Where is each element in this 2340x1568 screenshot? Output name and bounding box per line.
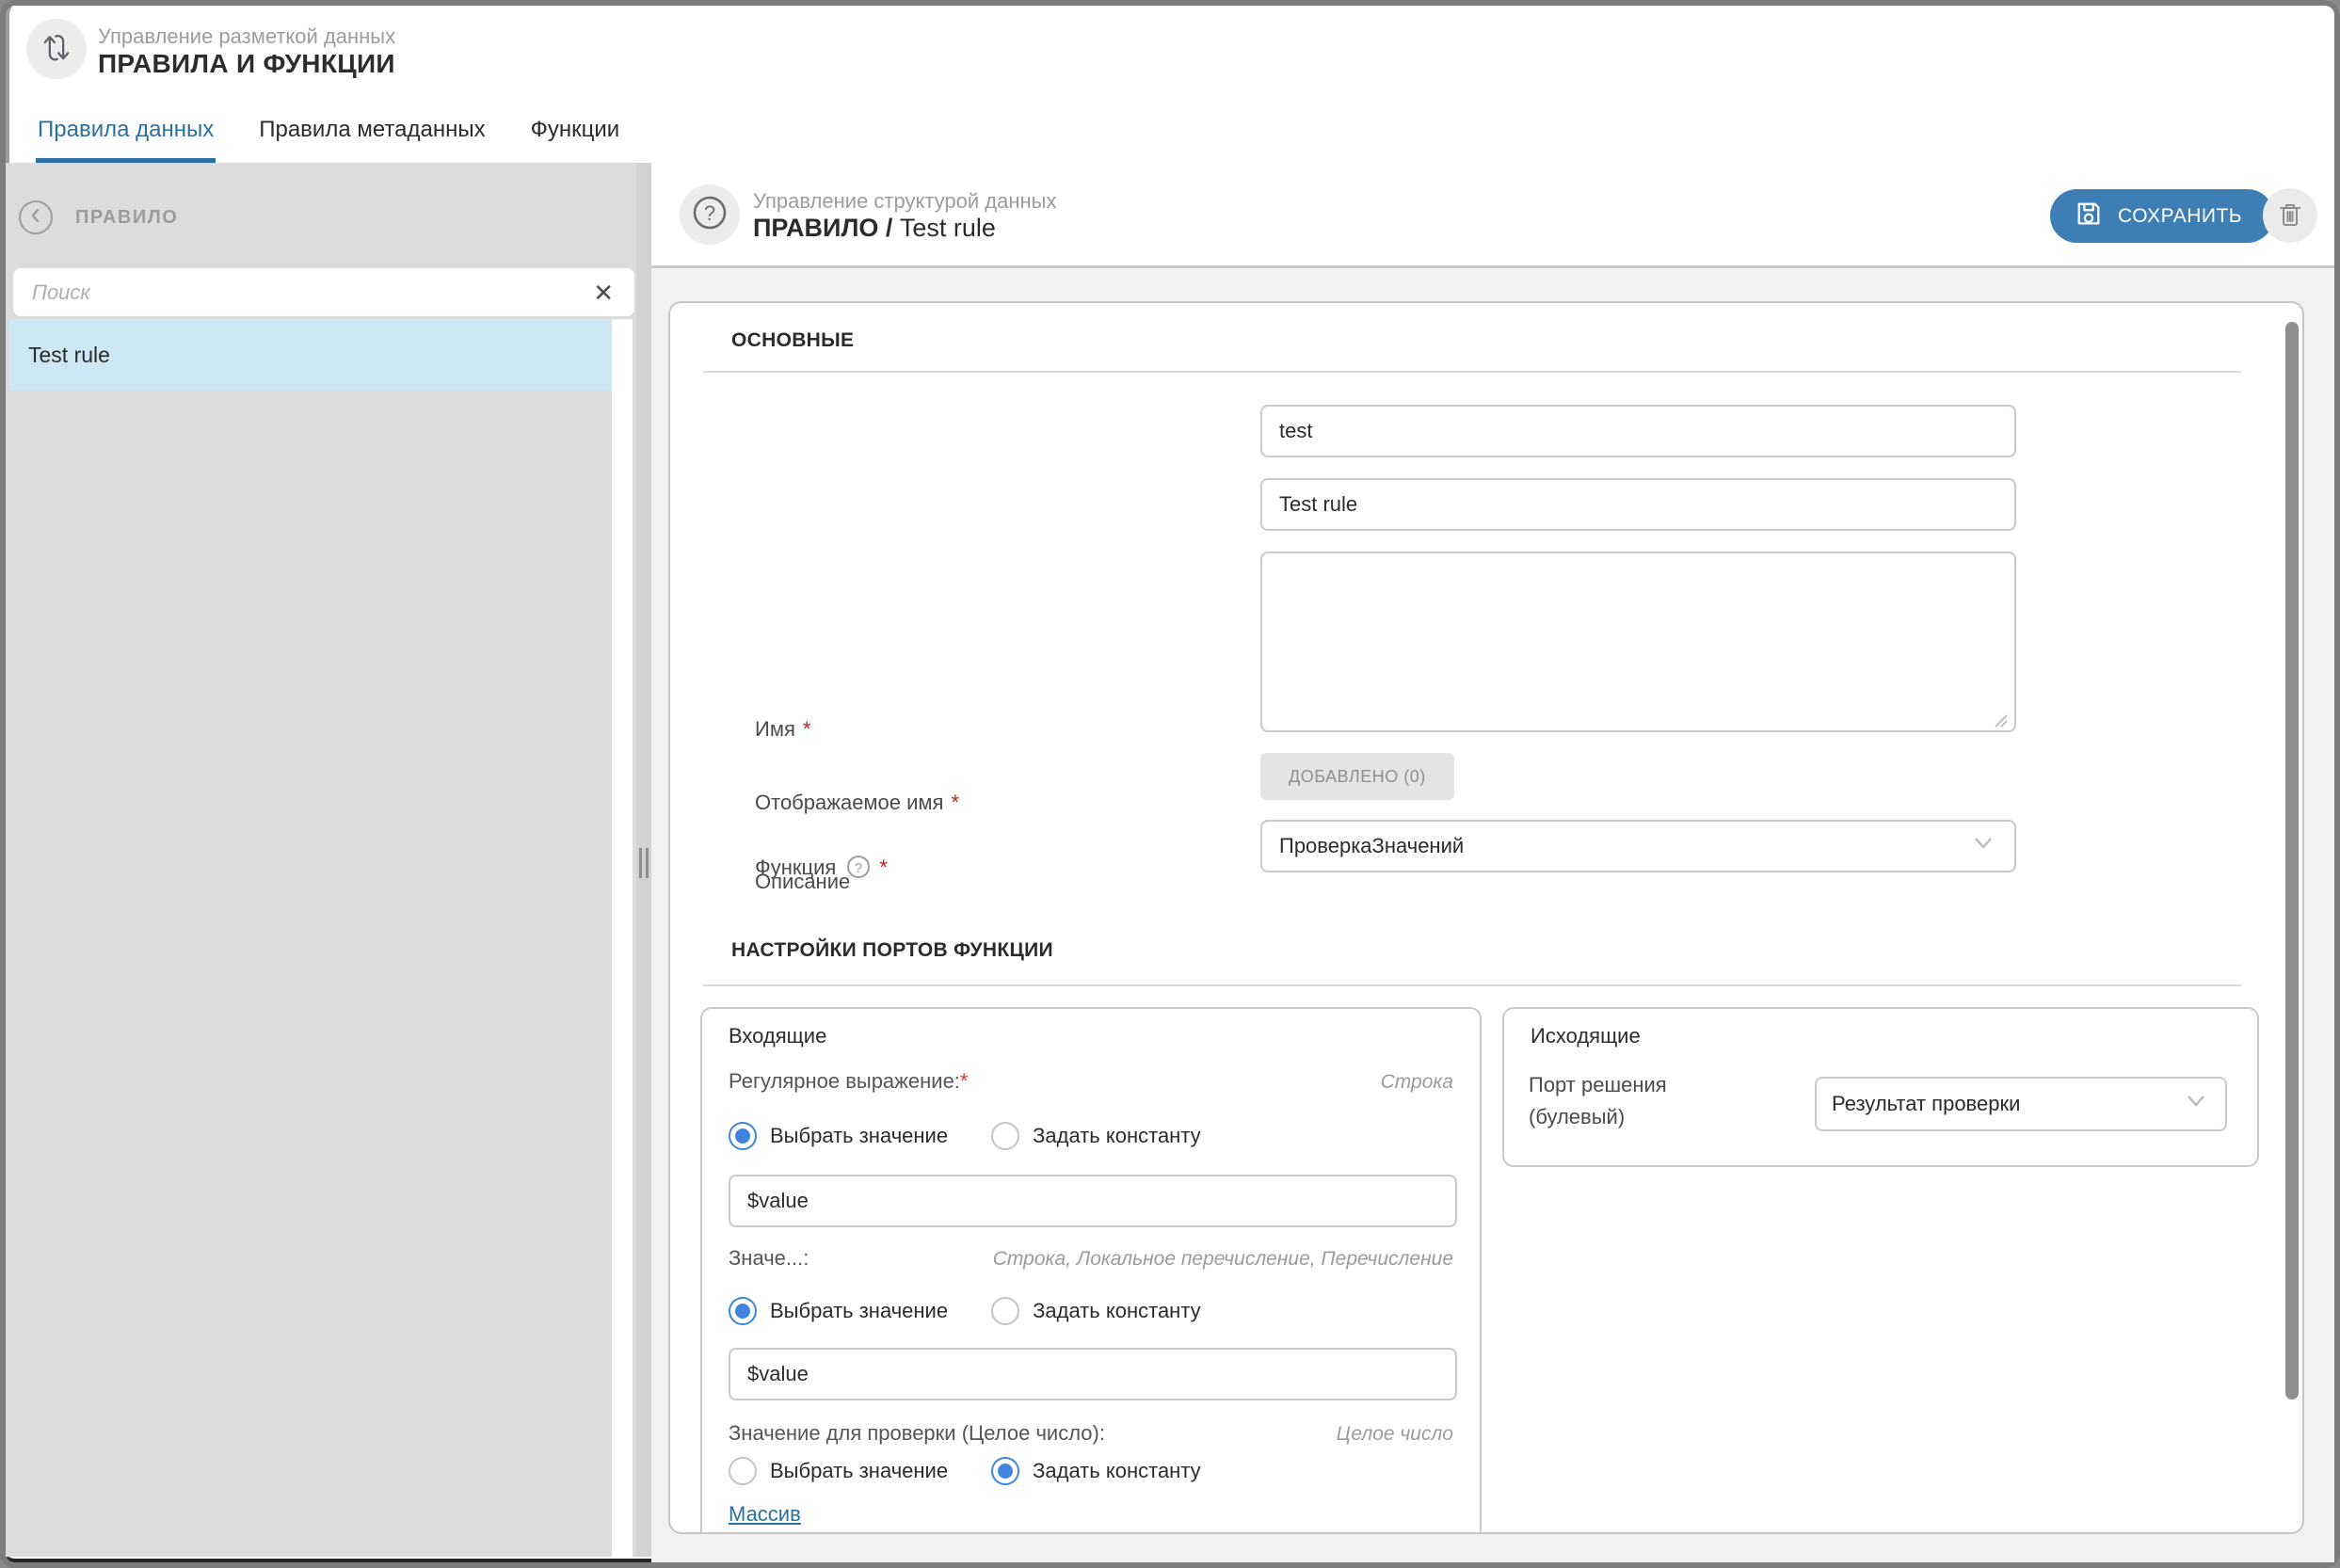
rule-list-item[interactable]: Test rule xyxy=(9,319,612,391)
added-params-button[interactable]: ДОБАВЛЕНО (0) xyxy=(1260,753,1454,800)
breadcrumb-parent: ПРАВИЛО / xyxy=(753,214,900,242)
list-scrollbar-track[interactable] xyxy=(612,319,633,1557)
svg-text:?: ? xyxy=(855,860,862,876)
value-port-input[interactable] xyxy=(729,1348,1457,1400)
radio-choose-value[interactable] xyxy=(729,1297,757,1325)
radio-set-constant[interactable] xyxy=(991,1457,1019,1485)
outgoing-title: Исходящие xyxy=(1531,1024,1641,1048)
help-badge: ? xyxy=(680,184,740,245)
port-type-hint: Строка, Локальное перечисление, Перечисл… xyxy=(993,1248,1453,1271)
breadcrumb-current: Test rule xyxy=(900,214,996,242)
main-tabs: Правила данных Правила метаданных Функци… xyxy=(36,111,621,163)
description-textarea[interactable] xyxy=(1260,552,2016,732)
chevron-left-icon xyxy=(26,206,45,230)
sidebar-header: ПРАВИЛО xyxy=(19,200,178,234)
radio-choose-value-label: Выбрать значение xyxy=(770,1124,948,1148)
radio-set-constant-label: Задать константу xyxy=(1033,1459,1201,1483)
radio-choose-value[interactable] xyxy=(729,1457,757,1485)
sidebar: ПРАВИЛО ✕ Test rule xyxy=(6,163,636,1557)
sidebar-title: ПРАВИЛО xyxy=(75,207,178,229)
tab-functions[interactable]: Функции xyxy=(529,111,622,163)
app-logo xyxy=(26,19,87,79)
svg-text:?: ? xyxy=(704,201,715,225)
name-input[interactable] xyxy=(1260,405,2016,457)
radio-choose-value[interactable] xyxy=(729,1122,757,1150)
name-label: Имя* xyxy=(755,717,810,742)
required-mark: * xyxy=(803,717,811,741)
function-select-value: ПроверкаЗначений xyxy=(1279,834,1464,858)
section-divider xyxy=(703,371,2241,373)
save-floppy-icon xyxy=(2075,200,2103,233)
check-mode-radios: Выбрать значение Задать константу xyxy=(729,1457,1244,1485)
swap-arrows-icon xyxy=(38,28,75,71)
decision-port-select[interactable]: Результат проверки xyxy=(1815,1077,2227,1131)
port-field-check-header: Значение для проверки (Целое число): Цел… xyxy=(729,1421,1453,1446)
regex-value-input[interactable] xyxy=(729,1175,1457,1227)
port-type-hint: Целое число xyxy=(1337,1423,1453,1446)
required-mark: * xyxy=(879,856,888,879)
rule-list-item-label: Test rule xyxy=(28,343,110,368)
radio-set-constant[interactable] xyxy=(991,1297,1019,1325)
incoming-title: Входящие xyxy=(729,1024,826,1048)
trash-icon xyxy=(2275,200,2305,232)
main-area: ? Управление структурой данных ПРАВИЛО /… xyxy=(651,163,2334,1562)
section-basic-title: ОСНОВНЫЕ xyxy=(731,329,854,352)
display-name-input[interactable] xyxy=(1260,478,2016,531)
radio-set-constant[interactable] xyxy=(991,1122,1019,1150)
app-subtitle: Управление разметкой данных xyxy=(98,24,395,49)
port-field-regex-header: Регулярное выражение:* Строка xyxy=(729,1069,1453,1094)
rule-form-card: ОСНОВНЫЕ Имя* Отображаемое имя* Описание… xyxy=(668,301,2304,1534)
app-window: Управление разметкой данных ПРАВИЛА И ФУ… xyxy=(0,0,2340,1568)
screen: Управление разметкой данных ПРАВИЛА И ФУ… xyxy=(0,0,2340,1568)
delete-button[interactable] xyxy=(2263,188,2317,243)
save-button-label: СОХРАНИТЬ xyxy=(2118,205,2242,228)
search-input[interactable] xyxy=(30,280,589,306)
function-label: Функция?* xyxy=(755,854,888,886)
port-type-hint: Строка xyxy=(1381,1071,1453,1094)
main-header: ? Управление структурой данных ПРАВИЛО /… xyxy=(651,163,2334,268)
array-link[interactable]: Массив xyxy=(729,1502,801,1527)
incoming-ports-panel: Входящие Регулярное выражение:* Строка В… xyxy=(700,1007,1482,1534)
port-field-value-header: Значе...: Строка, Локальное перечисление… xyxy=(729,1246,1453,1271)
rule-search: ✕ xyxy=(13,268,634,316)
radio-choose-value-label: Выбрать значение xyxy=(770,1459,948,1483)
tab-data-rules[interactable]: Правила данных xyxy=(36,111,216,163)
radio-choose-value-label: Выбрать значение xyxy=(770,1299,948,1323)
collapse-panel-button[interactable] xyxy=(19,200,53,234)
chevron-down-icon xyxy=(2182,1091,2210,1117)
tab-metadata-rules[interactable]: Правила метаданных xyxy=(257,111,487,163)
decision-port-value: Результат проверки xyxy=(1832,1092,2020,1116)
save-button[interactable]: СОХРАНИТЬ xyxy=(2050,189,2274,243)
regex-mode-radios: Выбрать значение Задать константу xyxy=(729,1122,1244,1150)
breadcrumb: ПРАВИЛО / Test rule xyxy=(753,214,996,243)
decision-port-label: Порт решения (булевый) xyxy=(1529,1069,1667,1133)
outgoing-ports-panel: Исходящие Порт решения (булевый) Результ… xyxy=(1502,1007,2259,1167)
required-mark: * xyxy=(960,1069,969,1093)
required-mark: * xyxy=(951,791,959,814)
question-circle-icon: ? xyxy=(688,191,731,239)
card-scrollbar[interactable] xyxy=(2285,322,2299,1400)
radio-set-constant-label: Задать константу xyxy=(1033,1299,1201,1323)
function-help-icon[interactable]: ? xyxy=(845,854,872,886)
panel-splitter[interactable] xyxy=(636,163,651,1557)
value-mode-radios: Выбрать значение Задать константу xyxy=(729,1297,1244,1325)
section-ports-title: НАСТРОЙКИ ПОРТОВ ФУНКЦИИ xyxy=(731,939,1053,962)
page-title: ПРАВИЛА И ФУНКЦИИ xyxy=(98,49,395,79)
chevron-down-icon xyxy=(1969,833,1997,859)
splitter-grip-icon xyxy=(639,848,649,878)
section-divider xyxy=(703,984,2241,986)
radio-set-constant-label: Задать константу xyxy=(1033,1124,1201,1148)
display-name-label: Отображаемое имя* xyxy=(755,791,959,815)
main-subtitle: Управление структурой данных xyxy=(753,189,1056,214)
clear-search-icon[interactable]: ✕ xyxy=(589,279,617,307)
function-select[interactable]: ПроверкаЗначений xyxy=(1260,820,2016,872)
